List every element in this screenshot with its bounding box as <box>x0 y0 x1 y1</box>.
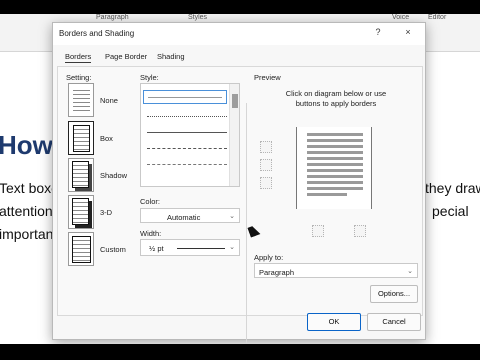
setting-custom-label[interactable]: Custom <box>100 245 126 254</box>
chevron-down-icon: ⌄ <box>229 244 235 251</box>
setting-label: Setting: <box>66 73 92 82</box>
style-option-dashed[interactable] <box>147 148 227 149</box>
ok-button[interactable]: OK <box>307 313 361 331</box>
top-frame <box>0 0 480 14</box>
preview-label: Preview <box>254 73 281 82</box>
cancel-button[interactable]: Cancel <box>367 313 421 331</box>
preview-instruction-line-2: buttons to apply borders <box>295 99 377 108</box>
dialog-title: Borders and Shading <box>59 29 135 38</box>
borders-and-shading-dialog: Borders and Shading ? × Borders Page Bor… <box>52 22 426 343</box>
setting-shadow-icon[interactable] <box>68 158 94 192</box>
close-button[interactable]: × <box>401 27 415 37</box>
bottom-frame <box>0 344 480 360</box>
style-option-dotted[interactable] <box>147 116 227 117</box>
options-button[interactable]: Options... <box>370 285 418 303</box>
ribbon-styles-label: Styles <box>188 14 208 21</box>
chevron-down-icon: ⌄ <box>407 268 413 275</box>
chevron-down-icon: ⌄ <box>229 213 235 220</box>
style-option-dash-dot[interactable] <box>147 164 227 165</box>
ribbon-paragraph-label: Paragraph <box>96 14 129 21</box>
right-border-button[interactable] <box>354 225 366 237</box>
preview-instruction-line-1: Click on diagram below or use <box>285 89 387 98</box>
style-label: Style: <box>140 73 159 82</box>
style-scrollbar[interactable] <box>229 84 239 186</box>
bottom-border-button[interactable] <box>260 177 272 189</box>
setting-shadow-label[interactable]: Shadow <box>100 171 127 180</box>
style-list[interactable] <box>140 83 240 187</box>
color-dropdown[interactable]: Automatic ⌄ <box>140 208 240 223</box>
width-label: Width: <box>140 229 162 238</box>
borders-panel: Setting: None Box Shadow 3-D Custom Styl… <box>57 66 423 343</box>
tab-page-border[interactable]: Page Border <box>105 52 147 61</box>
width-dropdown[interactable]: ½ pt ⌄ <box>140 239 240 256</box>
doc-line-2-right: pecial <box>432 203 469 219</box>
setting-box-label[interactable]: Box <box>100 134 113 143</box>
color-label: Color: <box>140 197 161 206</box>
setting-3d-icon[interactable] <box>68 195 94 229</box>
top-border-button[interactable] <box>260 141 272 153</box>
ribbon-editor-label: Editor <box>428 14 447 21</box>
apply-to-dropdown[interactable]: Paragraph ⌄ <box>254 263 418 278</box>
style-option-selected[interactable] <box>143 90 227 104</box>
doc-line-1-left: Text boxe <box>0 180 59 196</box>
width-line-sample <box>177 248 225 249</box>
setting-3d-label[interactable]: 3-D <box>100 208 112 217</box>
tab-borders[interactable]: Borders <box>65 52 92 63</box>
apply-to-value: Paragraph <box>259 268 295 277</box>
width-value: ½ pt <box>149 244 164 253</box>
preview-divider <box>246 103 247 343</box>
tab-shading[interactable]: Shading <box>157 52 185 61</box>
setting-none-icon[interactable] <box>68 83 94 117</box>
style-option-solid[interactable] <box>147 132 227 133</box>
help-button[interactable]: ? <box>371 27 385 37</box>
color-value: Automatic <box>167 213 201 222</box>
inside-horizontal-border-button[interactable] <box>260 159 272 171</box>
dialog-tabs: Borders Page Border Shading <box>53 48 425 66</box>
setting-box-icon[interactable] <box>68 121 94 155</box>
dialog-titlebar[interactable]: Borders and Shading ? × <box>53 23 425 45</box>
left-border-button[interactable] <box>312 225 324 237</box>
setting-custom-icon[interactable] <box>68 232 94 266</box>
style-scroll-thumb[interactable] <box>232 94 238 108</box>
doc-line-1-right: they draw <box>425 180 480 196</box>
ribbon-voice-label: Voice <box>392 14 410 21</box>
preview-diagram[interactable] <box>296 127 372 209</box>
setting-none-label[interactable]: None <box>100 96 118 105</box>
apply-to-label: Apply to: <box>254 253 284 262</box>
